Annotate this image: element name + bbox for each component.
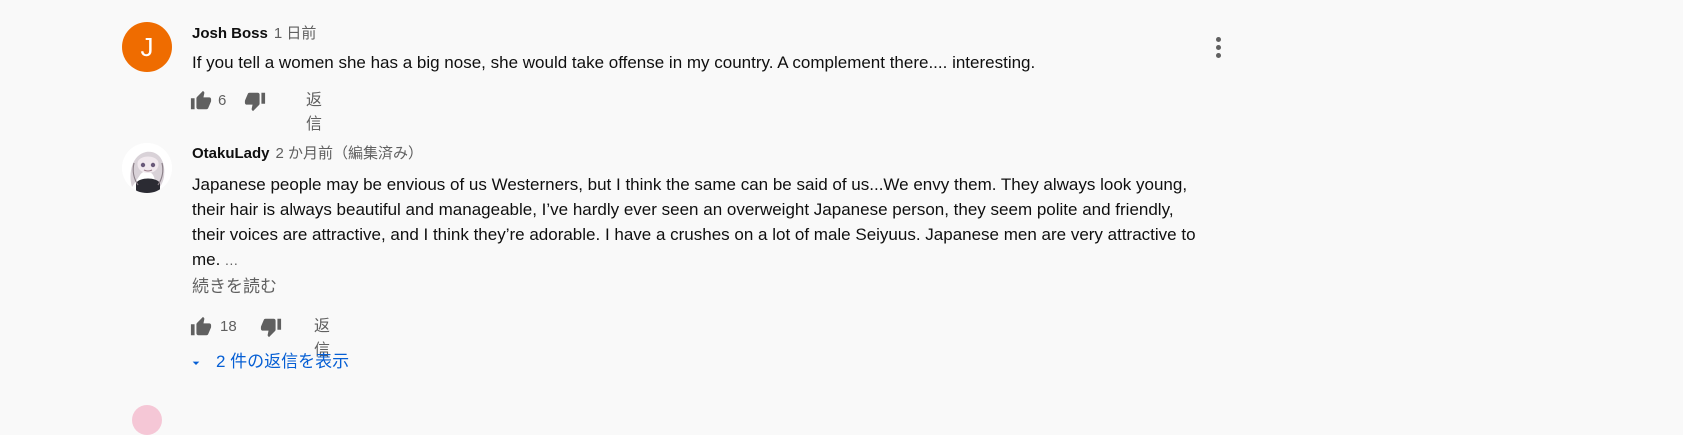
- comment-header: OtakuLady 2 か月前（編集済み）: [192, 144, 423, 164]
- comment-header: Josh Boss 1 日前: [192, 24, 316, 44]
- comment-text: Japanese people may be envious of us Wes…: [192, 172, 1197, 273]
- like-button[interactable]: [190, 89, 212, 113]
- thumbs-down-icon: [244, 92, 266, 112]
- thumbs-down-icon: [260, 318, 282, 338]
- thumbs-up-icon: [190, 90, 212, 110]
- like-count: 6: [218, 92, 227, 109]
- avatar[interactable]: [122, 143, 172, 193]
- avatar-illustration: [122, 143, 172, 193]
- view-replies-button[interactable]: 2 件の返信を表示: [188, 350, 349, 374]
- comment-text-content: Japanese people may be envious of us Wes…: [192, 175, 1196, 269]
- like-button[interactable]: [190, 315, 212, 339]
- thumbs-up-icon: [190, 316, 212, 336]
- more-actions-button[interactable]: [1207, 34, 1231, 62]
- reply-button[interactable]: 返信: [314, 315, 330, 359]
- like-count: 18: [220, 318, 237, 335]
- more-vert-icon: [1216, 53, 1221, 58]
- text-ellipsis: …: [224, 252, 239, 268]
- more-vert-icon: [1216, 45, 1221, 50]
- comment-author[interactable]: Josh Boss: [192, 25, 268, 42]
- more-vert-icon: [1216, 37, 1221, 42]
- avatar[interactable]: [132, 405, 162, 435]
- read-more-link[interactable]: 続きを読む: [192, 276, 277, 298]
- dislike-button[interactable]: [260, 315, 282, 339]
- comment-text: If you tell a women she has a big nose, …: [192, 53, 1036, 72]
- comment-time[interactable]: 2 か月前（編集済み）: [276, 145, 424, 162]
- comment-author[interactable]: OtakuLady: [192, 145, 270, 162]
- comment-time[interactable]: 1 日前: [274, 25, 317, 42]
- reply-button[interactable]: 返信: [306, 89, 322, 133]
- view-replies-label: 2 件の返信を表示: [216, 352, 350, 371]
- dislike-button[interactable]: [244, 89, 266, 113]
- avatar-letter: J: [140, 32, 154, 62]
- caret-down-icon: [192, 361, 200, 365]
- avatar[interactable]: J: [122, 22, 172, 72]
